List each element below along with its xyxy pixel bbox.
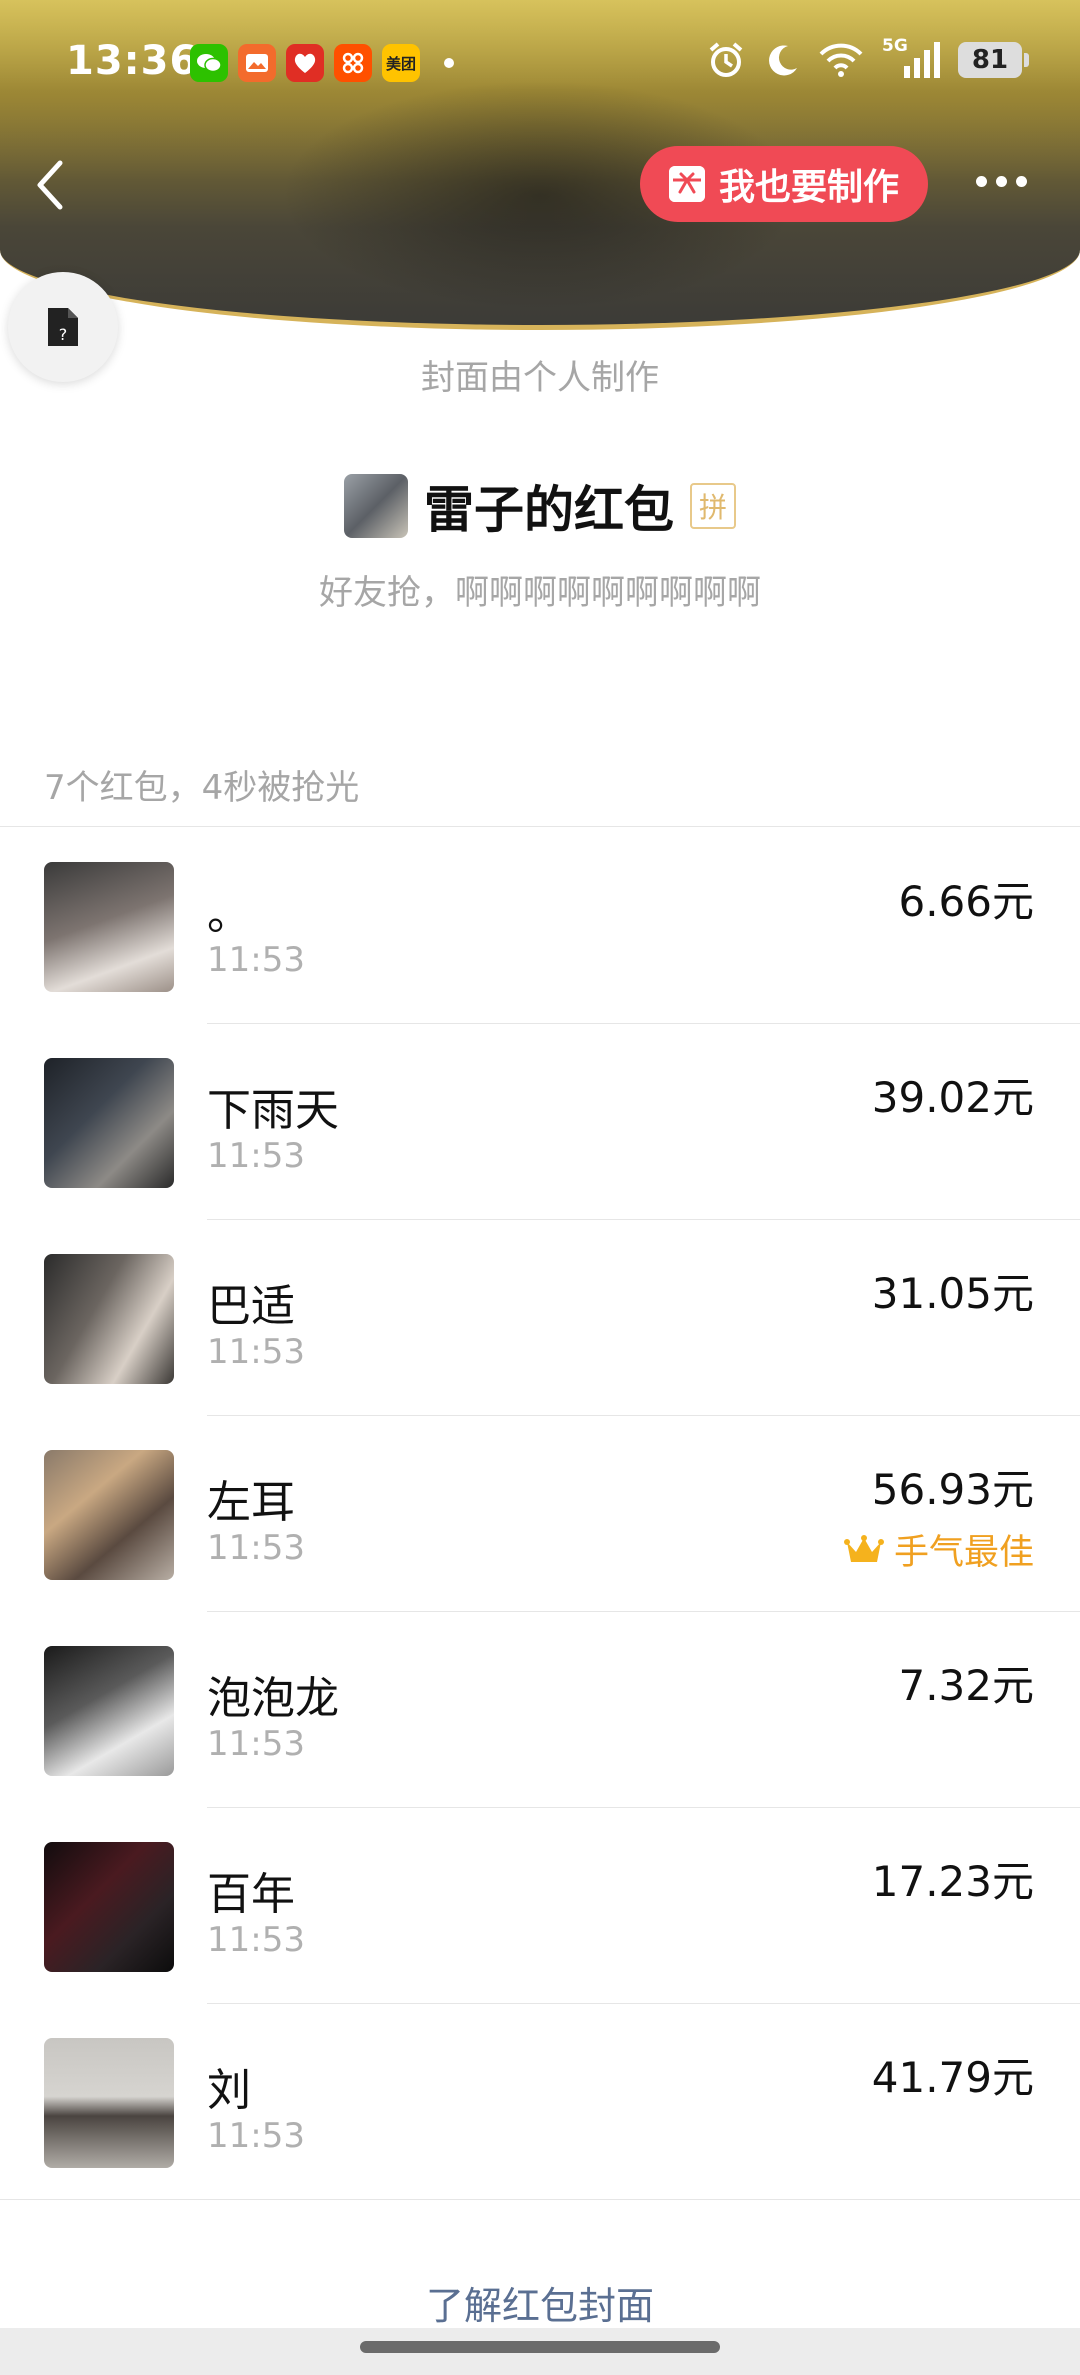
recipient-name: 左耳 <box>207 1477 295 1528</box>
list-item[interactable]: 泡泡龙 11:53 7.32元 <box>0 1612 1080 1808</box>
meituan-icon: 美团 <box>382 44 420 82</box>
recipient-time: 11:53 <box>207 1724 305 1764</box>
avatar[interactable] <box>44 1450 174 1580</box>
learn-cover-link[interactable]: 了解红包封面 <box>0 2275 1080 2330</box>
recipient-amount: 17.23元 <box>871 1857 1034 1906</box>
avatar[interactable] <box>44 2038 174 2168</box>
notification-app-icons: 美团 <box>190 44 454 82</box>
status-right-icons: 5G 81 <box>706 36 1029 80</box>
more-notifications-dot <box>444 58 454 68</box>
recipient-time: 11:53 <box>207 940 305 980</box>
recipient-time: 11:53 <box>207 1920 305 1960</box>
recipient-amount: 41.79元 <box>871 2053 1034 2102</box>
recipient-amount: 56.93元 <box>871 1465 1034 1514</box>
cover-maker-note: 封面由个人制作 <box>421 358 659 398</box>
more-options-button[interactable] <box>976 176 1027 187</box>
list-item[interactable]: 。 11:53 6.66元 <box>0 828 1080 1024</box>
taobao-special-icon <box>334 44 372 82</box>
packet-summary: 7个红包，4秒被抢光 <box>44 768 360 808</box>
recipient-time: 11:53 <box>207 1528 305 1568</box>
photos-app-icon <box>238 44 276 82</box>
alarm-icon <box>709 42 743 77</box>
battery-indicator: 81 <box>958 42 1029 78</box>
recipient-name: 。 <box>207 889 251 940</box>
recipient-name: 巴适 <box>207 1281 295 1332</box>
recipient-name: 刘 <box>207 2065 251 2116</box>
chevron-left-icon <box>37 160 63 210</box>
avatar[interactable] <box>44 1254 174 1384</box>
wifi-icon <box>819 43 863 77</box>
list-item[interactable]: 巴适 11:53 31.05元 <box>0 1220 1080 1416</box>
list-bottom-divider <box>0 2199 1080 2200</box>
wechat-icon <box>190 44 228 82</box>
avatar[interactable] <box>44 1058 174 1188</box>
status-bar: 13:36 美团 5G 81 <box>0 0 1080 125</box>
more-dot <box>1016 176 1027 187</box>
make-cover-button[interactable]: 我也要制作 <box>640 146 928 222</box>
home-indicator[interactable] <box>360 2341 720 2353</box>
recipient-amount: 7.32元 <box>898 1661 1034 1710</box>
recipient-amount: 31.05元 <box>871 1269 1034 1318</box>
pinduoduo-icon <box>286 44 324 82</box>
recipient-name: 百年 <box>207 1869 295 1920</box>
make-cover-label: 我也要制作 <box>718 167 899 208</box>
cellular-signal-icon: 5G <box>882 36 940 80</box>
packet-greeting: 好友抢，啊啊啊啊啊啊啊啊啊 <box>319 573 761 613</box>
recipient-name: 下雨天 <box>207 1085 339 1136</box>
avatar[interactable] <box>44 862 174 992</box>
back-button[interactable] <box>30 155 70 215</box>
recipient-time: 11:53 <box>207 1136 305 1176</box>
best-luck-badge: 手气最佳 <box>843 1524 1034 1575</box>
list-item[interactable]: 刘 11:53 41.79元 <box>0 2004 1080 2200</box>
recipient-time: 11:53 <box>207 1332 305 1372</box>
avatar[interactable] <box>44 1646 174 1776</box>
list-item[interactable]: 百年 11:53 17.23元 <box>0 1808 1080 2004</box>
red-packet-gift-icon <box>668 166 705 202</box>
status-time: 13:36 <box>66 38 199 84</box>
more-dot <box>976 176 987 187</box>
recipient-time: 11:53 <box>207 2116 305 2156</box>
recipient-name: 泡泡龙 <box>207 1673 339 1724</box>
packet-title-row: 雷子的红包 拼 <box>0 470 1080 542</box>
list-top-divider <box>0 826 1080 827</box>
avatar[interactable] <box>44 1842 174 1972</box>
crown-icon <box>843 1534 884 1562</box>
do-not-disturb-moon-icon <box>769 45 797 76</box>
sender-avatar[interactable] <box>344 474 408 538</box>
list-item[interactable]: 下雨天 11:53 39.02元 <box>0 1024 1080 1220</box>
recipient-list: 。 11:53 6.66元 下雨天 11:53 39.02元 巴适 11:53 … <box>0 828 1080 2200</box>
packet-title: 雷子的红包 <box>424 481 674 539</box>
recipient-amount: 39.02元 <box>871 1073 1034 1122</box>
svg-text:?: ? <box>59 325 68 344</box>
recipient-amount: 6.66元 <box>898 877 1034 926</box>
more-dot <box>996 176 1007 187</box>
best-luck-label: 手气最佳 <box>893 1533 1034 1573</box>
document-question-icon: ? <box>48 308 78 346</box>
list-item[interactable]: 左耳 11:53 56.93元 手气最佳 <box>0 1416 1080 1612</box>
pin-packet-badge: 拼 <box>690 483 736 529</box>
